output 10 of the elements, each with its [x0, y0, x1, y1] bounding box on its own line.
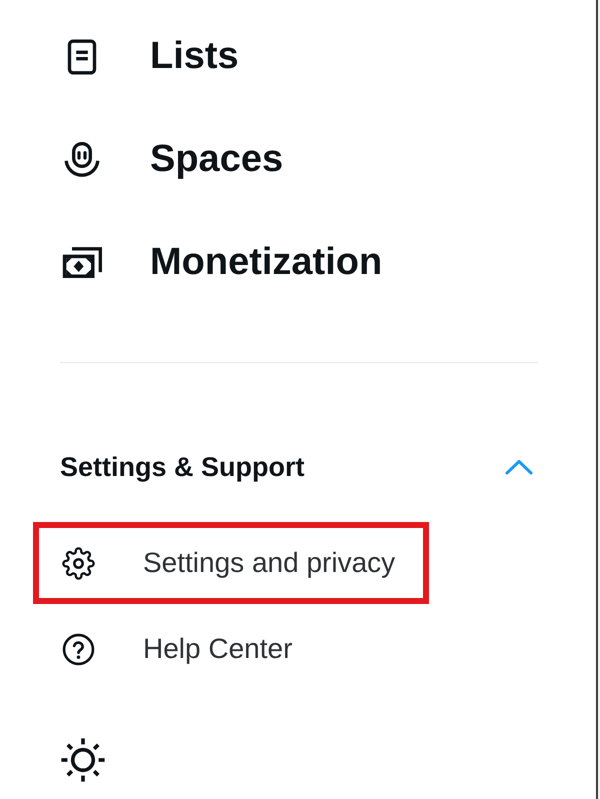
microphone-icon	[62, 140, 102, 180]
help-icon	[62, 632, 95, 666]
sun-icon[interactable]	[61, 738, 105, 782]
settings-icon	[62, 546, 95, 580]
menu-item[interactable]: Lists	[0, 5, 259, 108]
menu-item[interactable]: Settings and privacy	[33, 522, 430, 604]
section-header[interactable]: Settings & Support	[60, 437, 538, 497]
menu-item[interactable]: Spaces	[0, 108, 304, 211]
menu-item[interactable]: Help Center	[33, 608, 326, 690]
menu-item[interactable]: Monetization	[0, 211, 402, 314]
